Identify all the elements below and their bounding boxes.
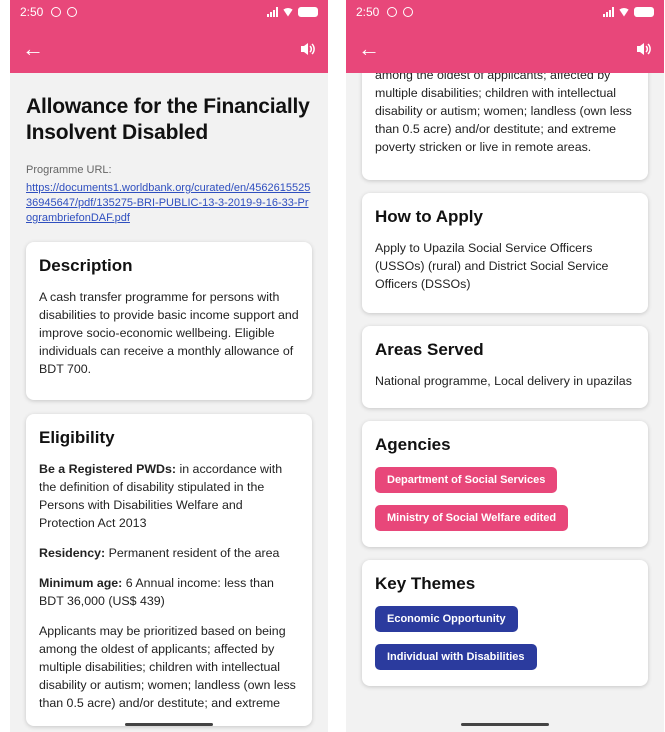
eligibility-residency: Residency: Permanent resident of the are… <box>39 544 299 562</box>
key-themes-card: Key Themes Economic Opportunity Individu… <box>362 560 648 686</box>
eligibility-priority: Applicants may be prioritized based on b… <box>39 624 296 710</box>
how-to-apply-text: Apply to Upazila Social Service Officers… <box>375 241 609 291</box>
min-age-label: Minimum age: <box>39 576 123 590</box>
speaker-icon[interactable] <box>300 41 316 57</box>
phone-screen-left: 2:50 ← Allowance for the Financially Ins… <box>10 0 328 732</box>
status-bar: 2:50 <box>10 0 328 24</box>
status-bar: 2:50 <box>346 0 664 24</box>
programme-url-link[interactable]: https://documents1.worldbank.org/curated… <box>26 181 312 226</box>
eligibility-registered: Be a Registered PWDs: in accordance with… <box>39 460 299 532</box>
vpn-status-icon <box>67 7 78 17</box>
settings-status-icon <box>51 7 62 17</box>
eligibility-heading: Eligibility <box>39 428 115 447</box>
programme-url-label: Programme URL: <box>26 164 112 176</box>
scroll-content[interactable]: Allowance for the Financially Insolvent … <box>10 73 328 726</box>
areas-served-card: Areas Served National programme, Local d… <box>362 326 648 408</box>
toolbar: ← <box>346 24 664 73</box>
phone-screen-right: among the oldest of applicants; affected… <box>346 0 664 732</box>
battery-icon <box>634 7 654 17</box>
app-bar: 2:50 ← <box>10 0 328 73</box>
description-text: A cash transfer programme for persons wi… <box>39 290 299 376</box>
areas-served-heading: Areas Served <box>375 340 484 359</box>
eligibility-card: Eligibility Be a Registered PWDs: in acc… <box>26 414 312 726</box>
signal-icon <box>603 7 614 17</box>
app-bar: 2:50 ← <box>346 0 664 73</box>
areas-served-text: National programme, Local delivery in up… <box>375 374 632 388</box>
gesture-bar[interactable] <box>461 723 549 726</box>
settings-status-icon <box>387 7 398 17</box>
wifi-icon <box>618 7 630 17</box>
battery-icon <box>298 7 318 17</box>
page-title: Allowance for the Financially Insolvent … <box>26 95 310 144</box>
vpn-status-icon <box>403 7 414 17</box>
agency-chip-social-services[interactable]: Department of Social Services <box>375 467 558 493</box>
arrow-left-icon[interactable]: ← <box>358 37 380 60</box>
status-time: 2:50 <box>20 5 44 19</box>
how-to-apply-card: How to Apply Apply to Upazila Social Ser… <box>362 193 648 313</box>
eligibility-tail-text: among the oldest of applicants; affected… <box>375 68 632 154</box>
description-card: Description A cash transfer programme fo… <box>26 242 312 400</box>
residency-text: Permanent resident of the area <box>105 546 280 560</box>
status-time: 2:50 <box>356 5 380 19</box>
registered-label: Be a Registered PWDs: <box>39 462 177 476</box>
toolbar: ← <box>10 24 328 73</box>
signal-icon <box>267 7 278 17</box>
residency-label: Residency: <box>39 546 106 560</box>
scroll-content[interactable]: among the oldest of applicants; affected… <box>346 0 664 686</box>
description-heading: Description <box>39 256 133 275</box>
agencies-heading: Agencies <box>375 435 451 454</box>
theme-chip-disabilities[interactable]: Individual with Disabilities <box>375 644 537 670</box>
wifi-icon <box>282 7 294 17</box>
how-to-apply-heading: How to Apply <box>375 207 483 226</box>
gesture-bar[interactable] <box>125 723 213 726</box>
agency-chip-social-welfare[interactable]: Ministry of Social Welfare edited <box>375 505 569 531</box>
speaker-icon[interactable] <box>636 41 652 57</box>
eligibility-min-age: Minimum age: 6 Annual income: less than … <box>39 574 299 610</box>
key-themes-heading: Key Themes <box>375 574 476 593</box>
agencies-card: Agencies Department of Social Services M… <box>362 421 648 547</box>
arrow-left-icon[interactable]: ← <box>22 37 44 60</box>
theme-chip-economic-opportunity[interactable]: Economic Opportunity <box>375 606 518 632</box>
